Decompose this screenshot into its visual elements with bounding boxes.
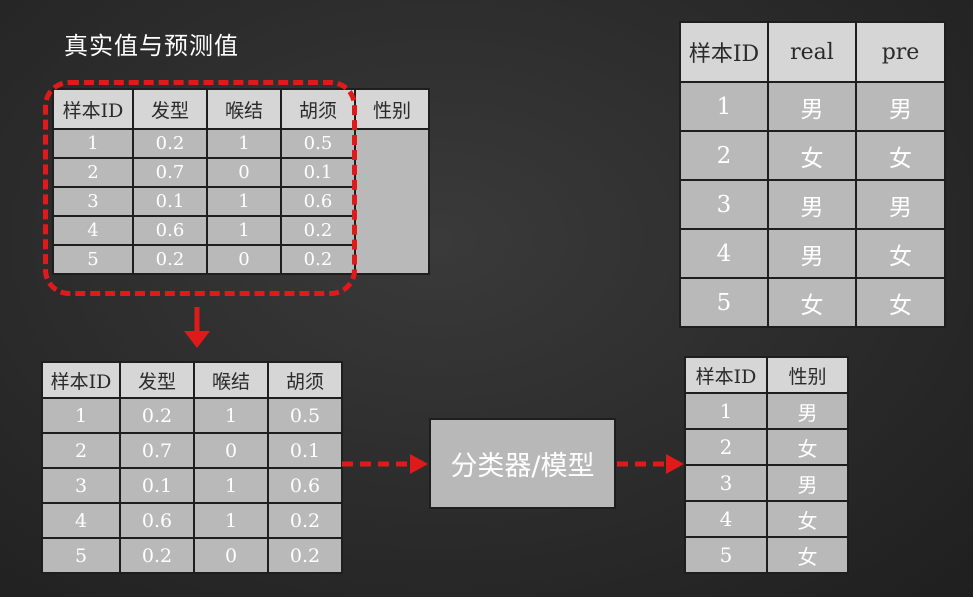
right-arrow-to-classifier	[342, 454, 428, 474]
right-arrow-to-output	[617, 454, 684, 474]
down-arrow	[184, 307, 210, 348]
flow-arrows	[184, 307, 684, 474]
